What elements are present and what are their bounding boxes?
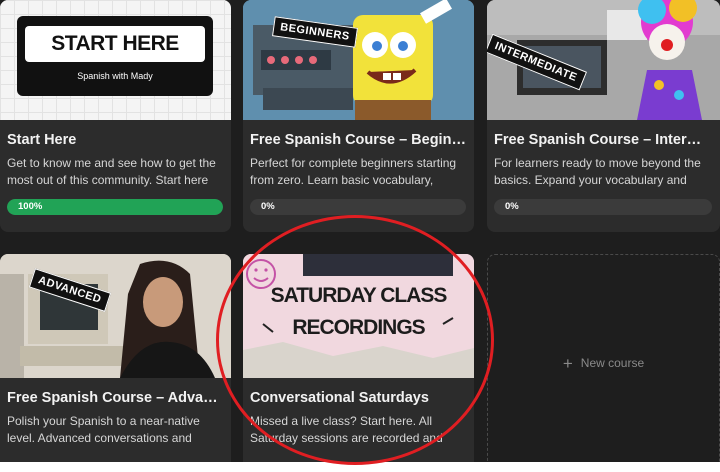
course-card-conversational-saturdays[interactable]: SATURDAY CLASS RECORDINGS Conversational… — [243, 254, 474, 472]
course-card-advanced[interactable]: ADVANCED Free Spanish Course – Advanced … — [0, 254, 231, 472]
new-course-button[interactable]: + New course — [487, 254, 720, 472]
thumbnail-heading-line1: SATURDAY CLASS — [270, 284, 448, 307]
new-course-label: New course — [580, 356, 645, 370]
thumbnail-heading: START HERE — [51, 32, 179, 55]
progress-bar: 0% — [494, 199, 712, 215]
course-title[interactable]: Free Spanish Course – Advanced — [7, 390, 223, 406]
thumbnail-banner: START HERE Spanish with Mady — [17, 16, 213, 96]
progress-label: 100% — [18, 201, 43, 212]
thumbnail-heading-line2: RECORDINGS — [292, 316, 425, 339]
course-card-start-here[interactable]: START HERE Spanish with Mady Start Here … — [0, 0, 231, 232]
progress-label: 0% — [505, 201, 519, 212]
bottom-edge — [0, 462, 720, 472]
course-thumbnail: BEGINNERS — [243, 0, 474, 120]
course-description: Get to know me and see how to get the mo… — [7, 156, 216, 187]
progress-bar: 0% — [250, 199, 466, 215]
plus-icon: + — [562, 353, 573, 373]
course-description: Perfect for complete beginners starting … — [250, 156, 457, 187]
course-description: Missed a live class? Start here. All Sat… — [250, 414, 443, 445]
course-title[interactable]: Start Here — [7, 132, 223, 148]
course-description: For learners ready to move beyond the ba… — [494, 156, 701, 187]
thumbnail-subtitle: Spanish with Mady — [77, 71, 153, 81]
progress-label: 0% — [261, 201, 275, 212]
course-description: Polish your Spanish to a near-native lev… — [7, 414, 200, 445]
course-title[interactable]: Conversational Saturdays — [250, 390, 466, 406]
course-card-intermediate[interactable]: INTERMEDIATE Free Spanish Course – Inter… — [487, 0, 720, 232]
course-thumbnail: INTERMEDIATE — [487, 0, 720, 120]
course-title[interactable]: Free Spanish Course – Beginners — [250, 132, 466, 148]
course-thumbnail: START HERE Spanish with Mady — [0, 0, 231, 120]
course-thumbnail: SATURDAY CLASS RECORDINGS — [243, 254, 474, 378]
course-thumbnail: ADVANCED — [0, 254, 231, 378]
course-card-beginners[interactable]: BEGINNERS Free Spanish Course – Beginner… — [243, 0, 474, 232]
progress-bar: 100% — [7, 199, 223, 215]
course-title[interactable]: Free Spanish Course – Intermedia... — [494, 132, 712, 148]
